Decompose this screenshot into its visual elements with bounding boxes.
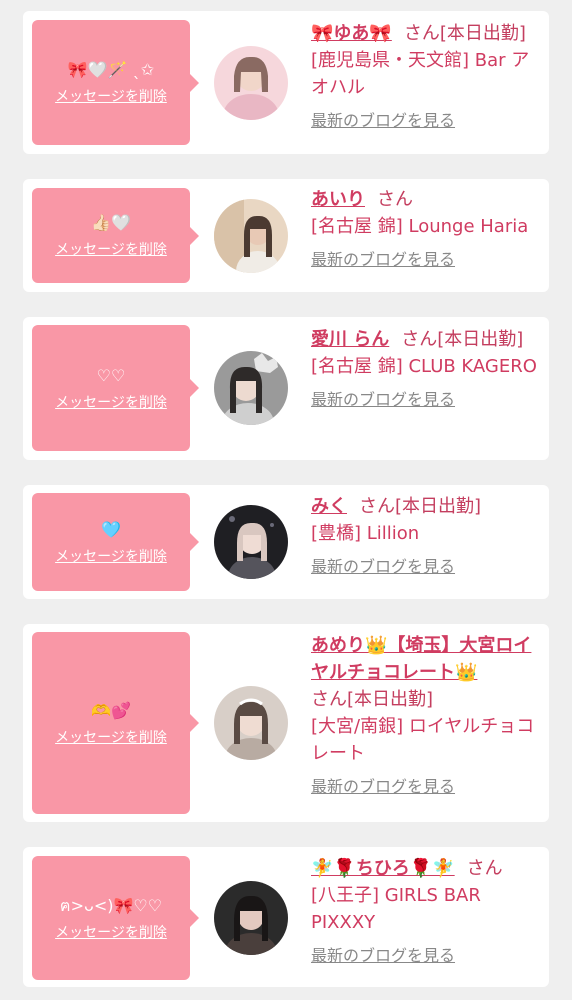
cast-info: 🎀ゆあ🎀 さん[本日出勤] [鹿児島県・天文館] Bar アオハル 最新のブログを… bbox=[311, 20, 543, 134]
status-label: [本日出勤] bbox=[395, 496, 482, 517]
latest-blog-link[interactable]: 最新のブログを見る bbox=[311, 246, 543, 273]
latest-blog-link[interactable]: 最新のブログを見る bbox=[311, 553, 543, 580]
favorite-card: 🩵 メッセージを削除 みく さん[本日出勤] [豊橋] Lillion 最新のブロ… bbox=[23, 485, 549, 599]
favorites-list: 🎀🤍🪄 ˎ✩ メッセージを削除 🎀ゆあ🎀 さん[本日出勤] [鹿児島県・天文館] … bbox=[0, 0, 572, 1000]
delete-message-link[interactable]: メッセージを削除 bbox=[55, 727, 167, 747]
favorite-card: ฅ>ᴗ<)🎀♡♡ メッセージを削除 🧚🌹ちひろ🌹🧚 さん [八王子] GIRLS … bbox=[23, 847, 549, 987]
message-bubble: 🫶💕 メッセージを削除 bbox=[32, 632, 199, 814]
honorific: さん bbox=[377, 189, 413, 210]
latest-blog-link[interactable]: 最新のブログを見る bbox=[311, 773, 543, 800]
cast-info: あいり さん [名古屋 錦] Lounge Haria 最新のブログを見る bbox=[311, 186, 543, 273]
delete-message-link[interactable]: メッセージを削除 bbox=[55, 239, 167, 259]
message-emoji: 🎀🤍🪄 ˎ✩ bbox=[67, 60, 155, 79]
delete-message-link[interactable]: メッセージを削除 bbox=[55, 392, 167, 412]
message-emoji: 🩵 bbox=[101, 519, 121, 539]
shop-label: [鹿児島県・天文館] Bar アオハル bbox=[311, 50, 530, 98]
shop-label: [八王子] GIRLS BAR PIXXXY bbox=[311, 885, 481, 933]
latest-blog-link[interactable]: 最新のブログを見る bbox=[311, 107, 543, 134]
status-label: [本日出勤] bbox=[437, 329, 524, 350]
cast-name-link[interactable]: あいり bbox=[311, 189, 365, 210]
favorite-card: 👍🏻🤍 メッセージを削除 あいり さん [名古屋 錦] Lounge Haria … bbox=[23, 179, 549, 292]
message-bubble: ฅ>ᴗ<)🎀♡♡ メッセージを削除 bbox=[32, 856, 199, 980]
message-bubble: 🎀🤍🪄 ˎ✩ メッセージを削除 bbox=[32, 20, 199, 145]
honorific: さん bbox=[401, 329, 438, 350]
delete-message-link[interactable]: メッセージを削除 bbox=[55, 86, 167, 106]
message-emoji: ฅ>ᴗ<)🎀♡♡ bbox=[59, 895, 163, 915]
favorite-card: 🎀🤍🪄 ˎ✩ メッセージを削除 🎀ゆあ🎀 さん[本日出勤] [鹿児島県・天文館] … bbox=[23, 11, 549, 154]
cast-name-link[interactable]: 愛川 らん bbox=[311, 329, 389, 350]
message-emoji: 👍🏻🤍 bbox=[91, 213, 131, 232]
shop-label: [大宮/南銀] ロイヤルチョコレート bbox=[311, 716, 535, 764]
avatar[interactable] bbox=[214, 881, 288, 955]
cast-info: 🧚🌹ちひろ🌹🧚 さん [八王子] GIRLS BAR PIXXXY 最新のブログを… bbox=[311, 855, 543, 969]
message-emoji: ♡♡ bbox=[96, 365, 126, 385]
cast-info: 愛川 らん さん[本日出勤] [名古屋 錦] CLUB KAGERO 最新のブログ… bbox=[311, 326, 543, 413]
latest-blog-link[interactable]: 最新のブログを見る bbox=[311, 386, 543, 413]
status-label: [本日出勤] bbox=[439, 23, 526, 44]
message-emoji: 🫶💕 bbox=[91, 700, 131, 720]
message-bubble: ♡♡ メッセージを削除 bbox=[32, 325, 199, 451]
delete-message-link[interactable]: メッセージを削除 bbox=[55, 546, 167, 566]
favorite-card: 🫶💕 メッセージを削除 あめり👑【埼玉】大宮ロイヤルチョコレート👑 さん[本日出勤… bbox=[23, 624, 549, 822]
avatar[interactable] bbox=[214, 46, 288, 120]
latest-blog-link[interactable]: 最新のブログを見る bbox=[311, 942, 543, 969]
cast-name-link[interactable]: 🧚🌹ちひろ🌹🧚 bbox=[311, 858, 455, 879]
honorific: さん bbox=[311, 689, 347, 710]
shop-label: [名古屋 錦] CLUB KAGERO bbox=[311, 356, 537, 377]
message-bubble: 🩵 メッセージを削除 bbox=[32, 493, 199, 591]
avatar[interactable] bbox=[214, 199, 288, 273]
delete-message-link[interactable]: メッセージを削除 bbox=[55, 922, 167, 942]
cast-name-link[interactable]: みく bbox=[311, 496, 347, 517]
honorific: さん bbox=[466, 858, 503, 879]
cast-name-link[interactable]: 🎀ゆあ🎀 bbox=[311, 23, 392, 44]
status-label: [本日出勤] bbox=[347, 689, 434, 710]
message-bubble: 👍🏻🤍 メッセージを削除 bbox=[32, 188, 199, 283]
honorific: さん bbox=[359, 496, 395, 517]
cast-info: みく さん[本日出勤] [豊橋] Lillion 最新のブログを見る bbox=[311, 493, 543, 580]
shop-label: [名古屋 錦] Lounge Haria bbox=[311, 216, 529, 237]
shop-label: [豊橋] Lillion bbox=[311, 523, 420, 544]
favorite-card: ♡♡ メッセージを削除 愛川 らん さん[本日出勤] [名古屋 錦] CLUB K… bbox=[23, 317, 549, 460]
cast-info: あめり👑【埼玉】大宮ロイヤルチョコレート👑 さん[本日出勤] [大宮/南銀] ロイ… bbox=[311, 632, 543, 800]
honorific: さん bbox=[403, 23, 440, 44]
avatar[interactable] bbox=[214, 505, 288, 579]
avatar[interactable] bbox=[214, 351, 288, 425]
cast-name-link[interactable]: あめり👑【埼玉】大宮ロイヤルチョコレート👑 bbox=[311, 635, 531, 683]
avatar[interactable] bbox=[214, 686, 288, 760]
